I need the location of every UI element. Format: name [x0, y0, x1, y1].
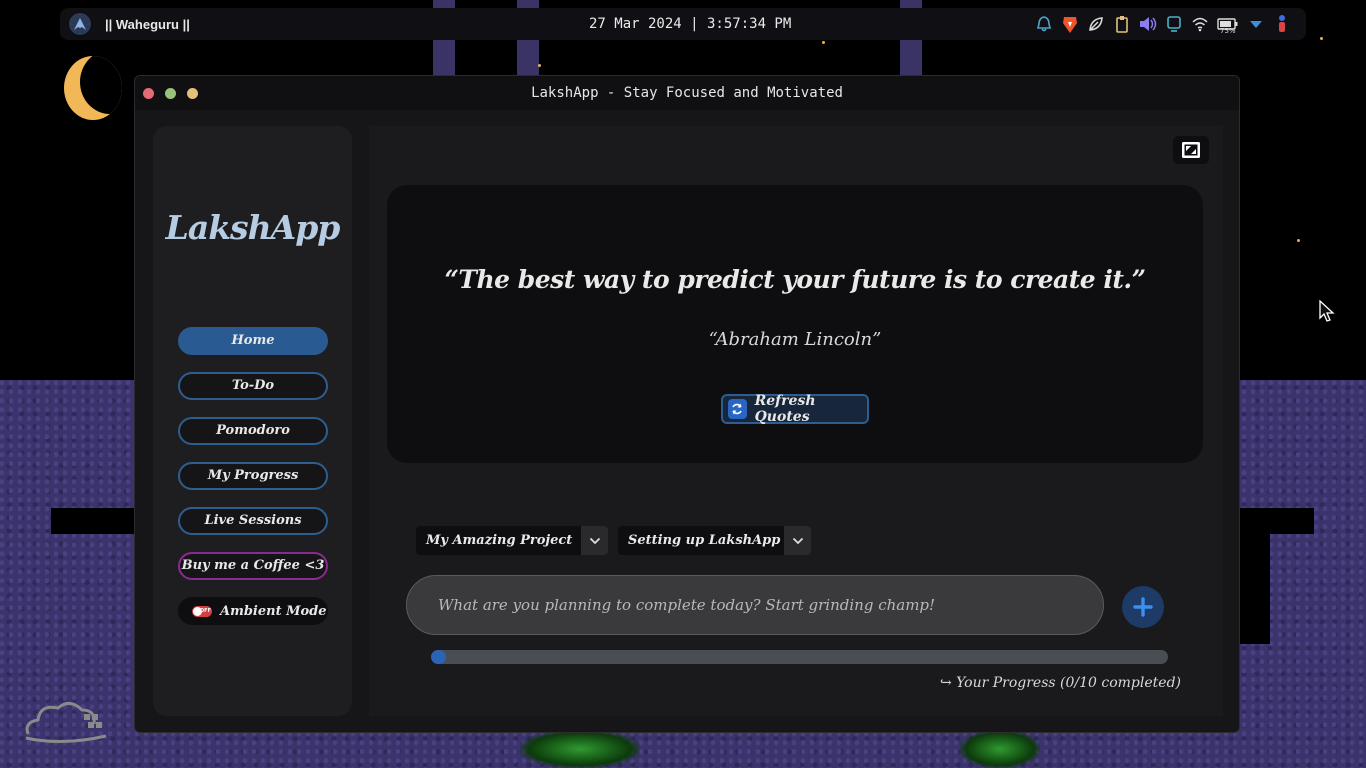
- quote-author: “Abraham Lincoln”: [708, 329, 882, 350]
- wallpaper-desk-leg: [1240, 534, 1270, 644]
- moon-icon: [64, 56, 122, 120]
- refresh-icon: [728, 399, 747, 419]
- ambient-mode-toggle[interactable]: OFF Ambient Mode: [178, 597, 328, 625]
- ambient-mode-label: Ambient Mode: [220, 603, 327, 619]
- wallpaper-desk: [51, 508, 141, 534]
- window-titlebar[interactable]: LakshApp - Stay Focused and Motivated: [135, 76, 1239, 110]
- volume-icon[interactable]: [1138, 13, 1158, 35]
- wallpaper-glow: [960, 730, 1040, 768]
- nav-my-progress-button[interactable]: My Progress: [178, 462, 328, 490]
- wallpaper-desk: [1238, 508, 1314, 534]
- quote-card: “The best way to predict your future is …: [387, 185, 1203, 463]
- system-tray: 75%: [1034, 13, 1292, 35]
- battery-percent: 75%: [1220, 27, 1236, 35]
- clock: 27 Mar 2024 | 3:57:34 PM: [589, 16, 792, 32]
- brave-browser-icon[interactable]: [1060, 13, 1080, 35]
- task-select-value: Setting up LakshApp: [628, 533, 781, 548]
- chevron-down-icon: [581, 526, 608, 555]
- clipboard-icon[interactable]: [1112, 13, 1132, 35]
- toggle-switch-icon: OFF: [192, 605, 212, 617]
- nav-todo-button[interactable]: To-Do: [178, 372, 328, 400]
- brand-logo: LakshApp: [165, 208, 341, 247]
- app-launcher-button[interactable]: [69, 13, 91, 35]
- workspace-label[interactable]: || Waheguru ||: [105, 17, 190, 32]
- toggle-state: OFF: [199, 607, 211, 614]
- battery-icon[interactable]: 75%: [1216, 13, 1240, 35]
- buy-coffee-button[interactable]: Buy me a Coffee <3: [178, 552, 328, 580]
- progress-bar: [431, 650, 1168, 664]
- fullscreen-button[interactable]: [1173, 136, 1209, 164]
- refresh-quotes-button[interactable]: Refresh Quotes: [721, 393, 869, 425]
- quote-text: “The best way to predict your future is …: [444, 265, 1146, 294]
- user-icon[interactable]: [1272, 13, 1292, 35]
- wallpaper-glow: [520, 730, 640, 768]
- main-content: “The best way to predict your future is …: [369, 126, 1223, 716]
- mouse-cursor-icon: [1319, 300, 1335, 322]
- app-window: LakshApp - Stay Focused and Motivated La…: [134, 75, 1240, 733]
- star: [1297, 239, 1300, 242]
- nav-home-button[interactable]: Home: [178, 327, 328, 355]
- wifi-icon[interactable]: [1190, 13, 1210, 35]
- star: [1320, 37, 1323, 40]
- chevron-down-icon: [784, 526, 811, 555]
- notification-bell-icon[interactable]: [1034, 13, 1054, 35]
- star: [822, 41, 825, 44]
- nav-live-sessions-button[interactable]: Live Sessions: [178, 507, 328, 535]
- refresh-quotes-label: Refresh Quotes: [754, 393, 816, 425]
- nav-pomodoro-button[interactable]: Pomodoro: [178, 417, 328, 445]
- star: [538, 64, 541, 67]
- task-select[interactable]: Setting up LakshApp: [618, 526, 811, 555]
- sidebar-nav: Home To-Do Pomodoro My Progress Live Ses…: [178, 327, 328, 625]
- progress-bar-fill: [431, 650, 446, 664]
- system-top-bar: || Waheguru || 27 Mar 2024 | 3:57:34 PM …: [60, 8, 1306, 40]
- plus-icon: [1133, 597, 1153, 617]
- project-select[interactable]: My Amazing Project: [416, 526, 608, 555]
- task-input[interactable]: [406, 575, 1104, 635]
- fullscreen-icon: [1182, 142, 1200, 158]
- leaf-icon[interactable]: [1086, 13, 1106, 35]
- display-icon[interactable]: [1164, 13, 1184, 35]
- arch-logo-icon: [74, 18, 86, 30]
- project-select-value: My Amazing Project: [426, 533, 573, 548]
- sidebar: LakshApp Home To-Do Pomodoro My Progress…: [153, 126, 352, 716]
- dropdown-arrow-icon[interactable]: [1246, 13, 1266, 35]
- cloud-logo-icon: [25, 702, 107, 744]
- window-title: LakshApp - Stay Focused and Motivated: [531, 85, 843, 101]
- progress-label: ↪ Your Progress (0/10 completed): [939, 675, 1181, 691]
- add-task-button[interactable]: [1122, 586, 1164, 628]
